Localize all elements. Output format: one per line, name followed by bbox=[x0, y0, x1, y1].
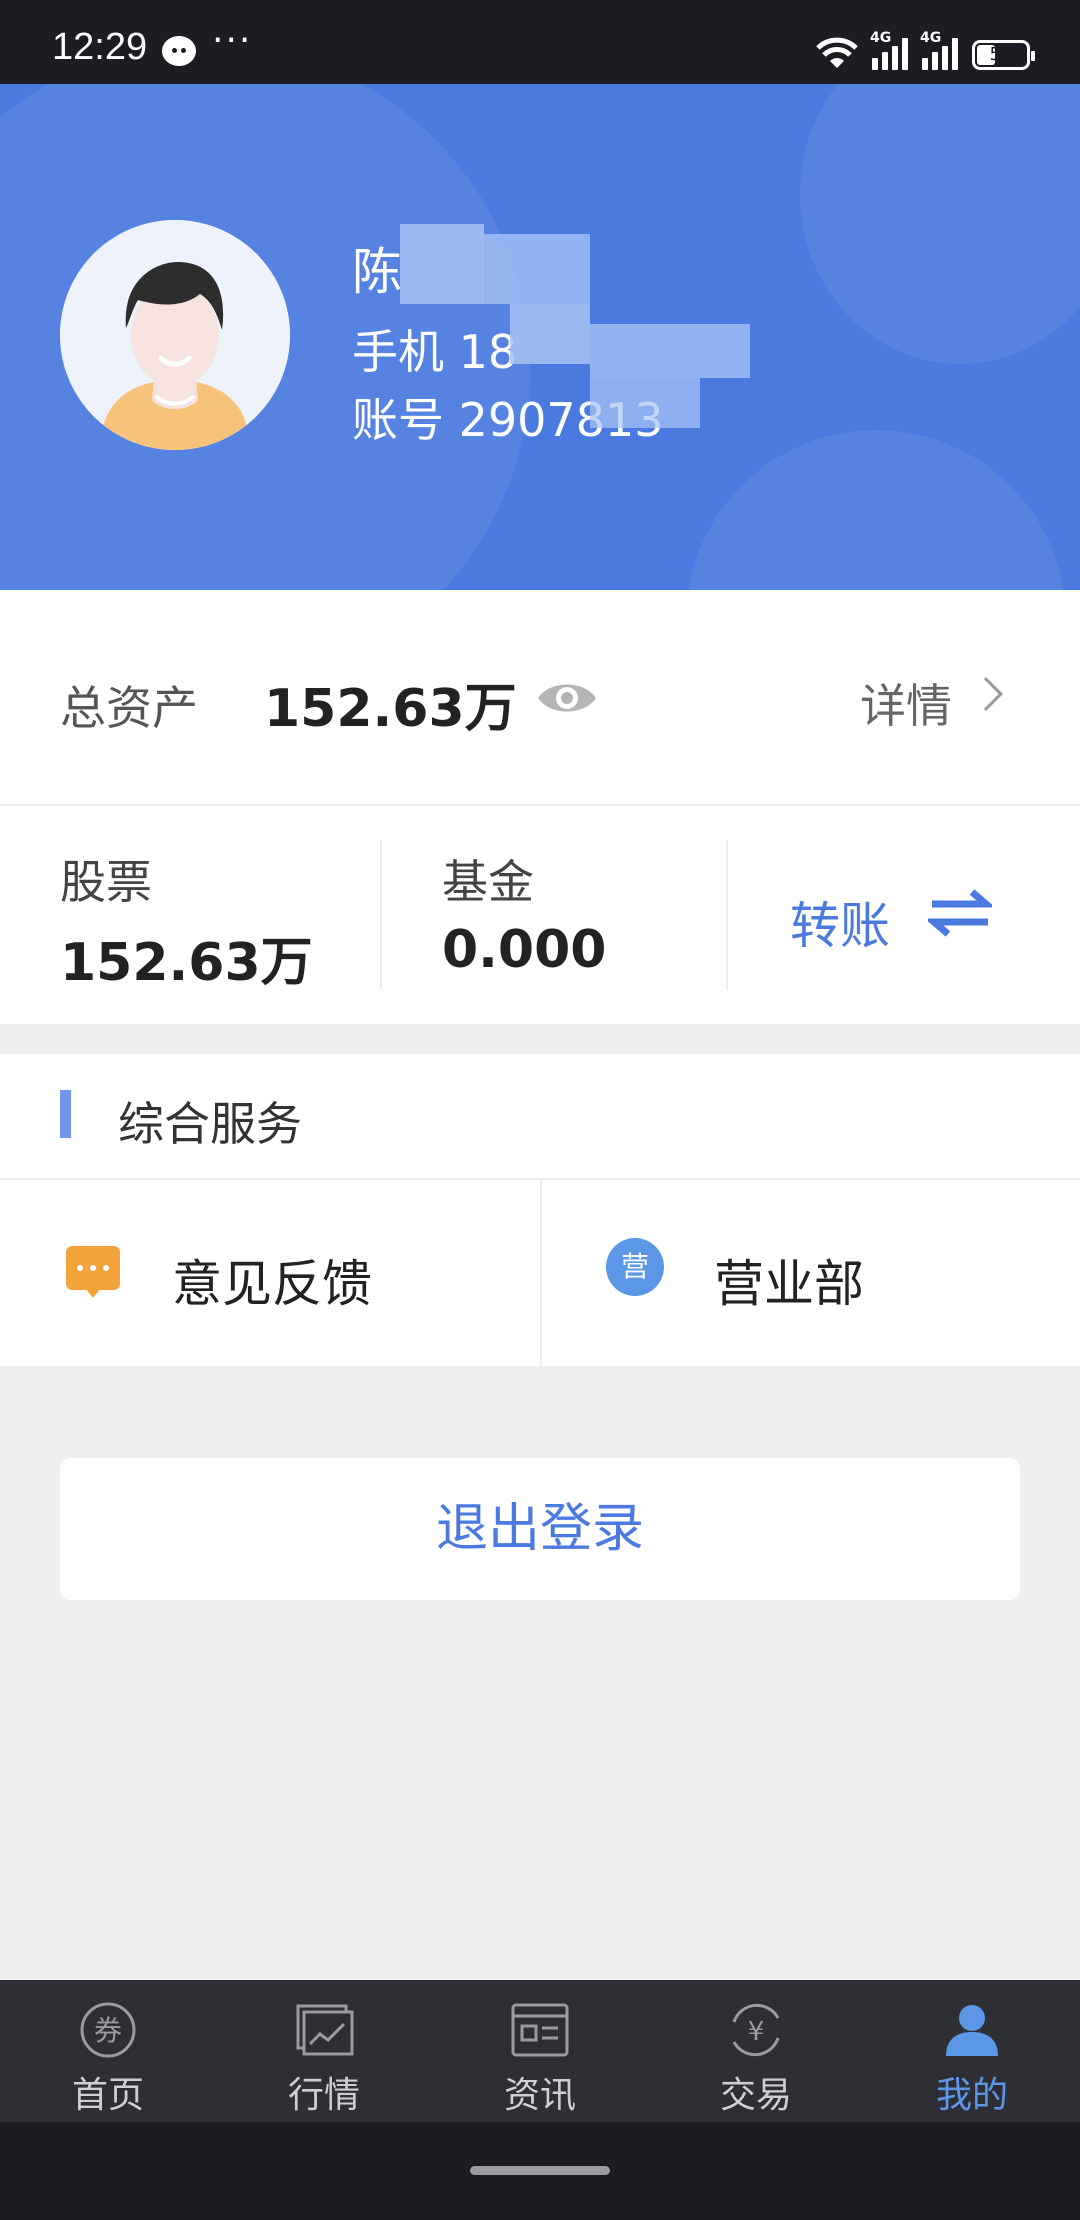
fund-value: 0.000 bbox=[442, 920, 607, 980]
user-avatar-icon[interactable] bbox=[60, 220, 290, 450]
system-nav-bar bbox=[0, 2122, 1080, 2220]
tab-label: 交易 bbox=[719, 2075, 792, 2116]
privacy-mask bbox=[510, 304, 590, 364]
news-icon bbox=[511, 2003, 569, 2057]
privacy-mask bbox=[590, 324, 750, 378]
wifi-icon bbox=[816, 37, 858, 68]
services-header: 综合服务 bbox=[0, 1054, 1080, 1180]
tab-trade[interactable]: ¥ 交易 bbox=[648, 1980, 864, 2122]
svg-text:券: 券 bbox=[94, 2014, 122, 2047]
svg-text:¥: ¥ bbox=[748, 2017, 765, 2047]
total-assets-value: 152.63万 bbox=[264, 679, 517, 739]
bottom-tab-bar: 券 首页 行情 资讯 ¥ 交易 我的 bbox=[0, 1980, 1080, 2122]
status-bar: 12:29 ··· 4G 4G 51 bbox=[0, 0, 1080, 84]
more-notifications-indicator: ··· bbox=[212, 20, 253, 61]
feedback-icon bbox=[66, 1246, 120, 1298]
stocks-value: 152.63万 bbox=[60, 933, 313, 993]
profile-header: 陈 手机 18 账号 2907813 bbox=[0, 84, 1080, 590]
eye-icon[interactable] bbox=[536, 678, 598, 718]
services-section: 综合服务 意见反馈 营 营业部 bbox=[0, 1054, 1080, 1366]
tab-market[interactable]: 行情 bbox=[216, 1980, 432, 2122]
tab-label: 资讯 bbox=[503, 2075, 576, 2116]
tab-label: 行情 bbox=[287, 2075, 360, 2116]
signal-icon-1: 4G bbox=[870, 30, 908, 70]
home-gesture-handle[interactable] bbox=[470, 2166, 610, 2175]
user-phone: 手机 18 bbox=[352, 325, 518, 379]
services-title: 综合服务 bbox=[118, 1097, 302, 1151]
branch-item[interactable]: 营 营业部 bbox=[540, 1180, 1080, 1366]
user-name: 陈 bbox=[352, 243, 402, 301]
feedback-label: 意见反馈 bbox=[172, 1255, 372, 1313]
header-decoration bbox=[686, 430, 1066, 590]
header-decoration bbox=[800, 84, 1080, 364]
status-time: 12:29 bbox=[52, 26, 148, 68]
feedback-item[interactable]: 意见反馈 bbox=[0, 1180, 540, 1366]
privacy-mask bbox=[484, 234, 590, 304]
market-chart-icon bbox=[296, 2004, 354, 2056]
stocks-label: 股票 bbox=[60, 855, 152, 909]
transfer-button[interactable]: 转账 bbox=[790, 886, 890, 958]
chevron-right-icon[interactable] bbox=[969, 677, 1003, 711]
section-accent-bar bbox=[60, 1090, 71, 1138]
assets-card: 总资产 152.63万 详情 股票 152.63万 基金 0.000 转账 bbox=[0, 590, 1080, 1024]
tab-home[interactable]: 券 首页 bbox=[0, 1980, 216, 2122]
battery-icon: 51 bbox=[972, 40, 1035, 70]
fund-label: 基金 bbox=[442, 855, 534, 909]
signal-icon-2: 4G bbox=[920, 30, 958, 70]
trade-yen-icon: ¥ bbox=[732, 2003, 780, 2057]
total-assets-label: 总资产 bbox=[60, 681, 198, 735]
tab-label: 我的 bbox=[935, 2075, 1008, 2116]
branch-label: 营业部 bbox=[714, 1255, 864, 1313]
transfer-arrows-icon[interactable] bbox=[928, 888, 992, 938]
divider bbox=[726, 840, 728, 990]
privacy-mask bbox=[590, 378, 700, 428]
branch-icon: 营 bbox=[606, 1238, 664, 1296]
logout-button[interactable]: 退出登录 bbox=[60, 1458, 1020, 1600]
wechat-notification-icon bbox=[162, 36, 196, 66]
status-icons: 4G 4G 51 bbox=[816, 30, 1035, 70]
home-coupon-icon: 券 bbox=[80, 2002, 136, 2058]
tab-profile[interactable]: 我的 bbox=[864, 1980, 1080, 2122]
divider bbox=[380, 840, 382, 990]
privacy-mask bbox=[400, 224, 484, 304]
total-assets-row: 总资产 152.63万 详情 bbox=[0, 590, 1080, 806]
details-link[interactable]: 详情 bbox=[860, 670, 952, 736]
tab-news[interactable]: 资讯 bbox=[432, 1980, 648, 2122]
profile-person-icon bbox=[946, 2005, 998, 2056]
tab-label: 首页 bbox=[71, 2075, 144, 2116]
